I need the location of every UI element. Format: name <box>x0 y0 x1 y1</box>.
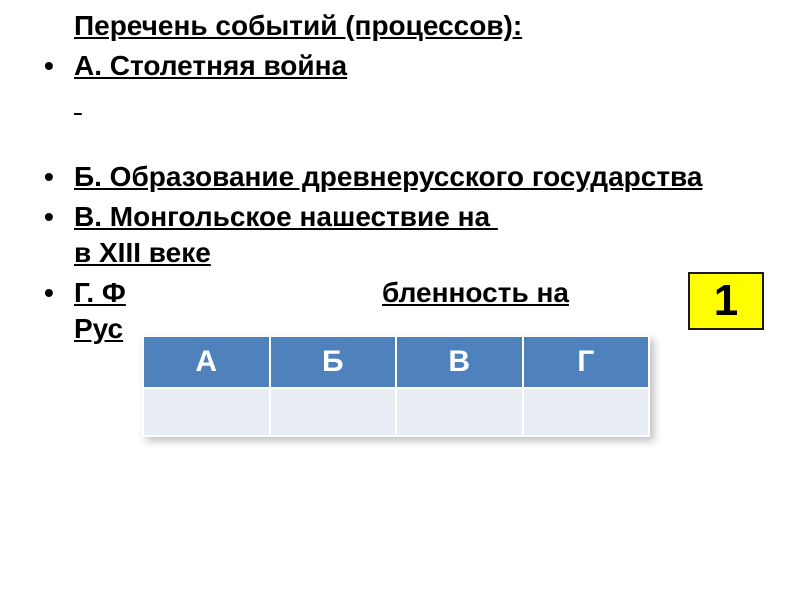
table-header-row: А Б В Г <box>143 336 649 388</box>
cell-a[interactable] <box>143 388 270 436</box>
answer-table-wrap: А Б В Г <box>142 335 650 437</box>
item-c-part2: в XIII веке <box>74 237 211 268</box>
item-b: Б. Образование древнерусского государств… <box>30 159 770 195</box>
item-d-part2: бленность на <box>382 277 569 308</box>
item-a: А. Столетняя война <box>30 48 770 155</box>
list-title: Перечень событий (процессов): <box>74 10 770 42</box>
cell-b[interactable] <box>270 388 397 436</box>
question-number-badge: 1 <box>688 272 764 330</box>
table-row <box>143 388 649 436</box>
col-g: Г <box>523 336 650 388</box>
item-c: В. Монгольское нашествие на Русь в XIII … <box>30 199 770 271</box>
answer-table: А Б В Г <box>142 335 650 437</box>
slide-content: Перечень событий (процессов): А. Столетн… <box>0 0 800 347</box>
events-list: А. Столетняя война Б. Образование древне… <box>30 48 770 347</box>
cell-v[interactable] <box>396 388 523 436</box>
item-d-part1: Г. Ф <box>74 277 126 308</box>
item-d-part3: Рус <box>74 313 123 344</box>
item-b-text: Б. Образование древнерусского государств… <box>74 161 702 192</box>
item-c-part1: В. Монгольское нашествие на <box>74 201 498 232</box>
col-a: А <box>143 336 270 388</box>
col-b: Б <box>270 336 397 388</box>
col-v: В <box>396 336 523 388</box>
badge-number: 1 <box>714 276 738 326</box>
cell-g[interactable] <box>523 388 650 436</box>
item-a-text: А. Столетняя война <box>74 50 347 81</box>
